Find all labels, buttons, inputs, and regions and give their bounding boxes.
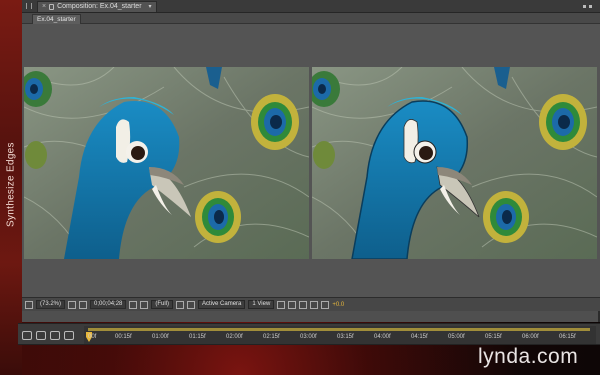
camera-dropdown[interactable]: Active Camera [198, 300, 246, 309]
resolution-dropdown[interactable]: (Full) [151, 300, 174, 309]
lock-icon[interactable] [49, 3, 55, 10]
snapshot-icon[interactable] [129, 300, 138, 309]
left-frame [24, 67, 309, 259]
timeline-tools [18, 327, 84, 343]
exposure-icon[interactable] [321, 300, 330, 309]
lynda-watermark: lynda.com [478, 345, 579, 368]
peacock-image [24, 67, 309, 259]
menu-icon[interactable]: ▾ [149, 3, 152, 10]
time-tick: 00:15f [115, 334, 132, 340]
search-icon[interactable] [36, 330, 46, 340]
time-tick: 04:15f [411, 334, 428, 340]
work-area-bar[interactable] [88, 328, 590, 331]
time-tick: 06:00f [522, 334, 539, 340]
composition-tab-label: Composition: Ex.04_starter [57, 3, 142, 10]
region-of-interest-icon[interactable] [176, 300, 185, 309]
grid-icon[interactable] [68, 300, 77, 309]
timeline-icon[interactable] [299, 300, 308, 309]
composition-panel: × Composition: Ex.04_starter ▾ Ex.04_sta… [22, 0, 600, 322]
comp-navigator: Ex.04_starter [22, 13, 600, 24]
transparency-grid-icon[interactable] [187, 300, 196, 309]
mask-visibility-icon[interactable] [79, 300, 88, 309]
current-time-display[interactable]: 0;00;04;28 [90, 300, 127, 309]
peacock-image-processed [312, 67, 597, 259]
panel-options-icon[interactable] [583, 4, 592, 8]
time-tick: 02:15f [263, 334, 280, 340]
time-tick: 03:00f [300, 334, 317, 340]
time-tick: 02:00f [226, 334, 243, 340]
graph-editor-icon[interactable] [64, 330, 74, 340]
channel-icon[interactable] [140, 300, 149, 309]
panel-header: × Composition: Ex.04_starter ▾ [22, 0, 600, 13]
composition-tab[interactable]: × Composition: Ex.04_starter ▾ [37, 0, 157, 12]
composition-viewer[interactable]: ▲ [22, 24, 600, 305]
time-tick: 03:15f [337, 334, 354, 340]
time-tick: 01:15f [189, 334, 206, 340]
panel-grip-icon[interactable] [26, 3, 32, 9]
time-tick: 05:00f [448, 334, 465, 340]
time-tick: 05:15f [485, 334, 502, 340]
timeline-panel: 00f 00:15f 01:00f 01:15f 02:00f 02:15f 03:00f 0… [18, 323, 600, 345]
side-panel-strip: Synthesize Edges [0, 0, 22, 375]
exposure-value[interactable]: +0.0 [332, 302, 344, 308]
time-tick: 00f [88, 334, 97, 340]
time-tick: 01:00f [152, 334, 169, 340]
right-frame [312, 67, 597, 259]
side-panel-label: Synthesize Edges [5, 142, 17, 228]
flowchart-icon[interactable] [310, 300, 319, 309]
magnification-dropdown[interactable]: (73.2%) [36, 300, 66, 309]
always-preview-icon[interactable] [25, 300, 33, 309]
time-ruler[interactable]: 00f 00:15f 01:00f 01:15f 02:00f 02:15f 03:00f 0… [84, 326, 596, 344]
comp-navigator-tab[interactable]: Ex.04_starter [32, 14, 81, 24]
fast-preview-icon[interactable] [288, 300, 297, 309]
toggle-pixel-aspect-icon[interactable] [277, 300, 286, 309]
time-tick: 04:00f [374, 334, 391, 340]
time-tick: 06:15f [559, 334, 576, 340]
composition-mini-flowchart-icon[interactable] [22, 330, 32, 340]
close-icon[interactable]: × [42, 3, 46, 10]
motion-blur-icon[interactable] [50, 330, 60, 340]
viewer-toolbar: (73.2%) 0;00;04;28 (Full) Active Camera … [22, 297, 600, 311]
view-layout-dropdown[interactable]: 1 View [248, 300, 275, 309]
